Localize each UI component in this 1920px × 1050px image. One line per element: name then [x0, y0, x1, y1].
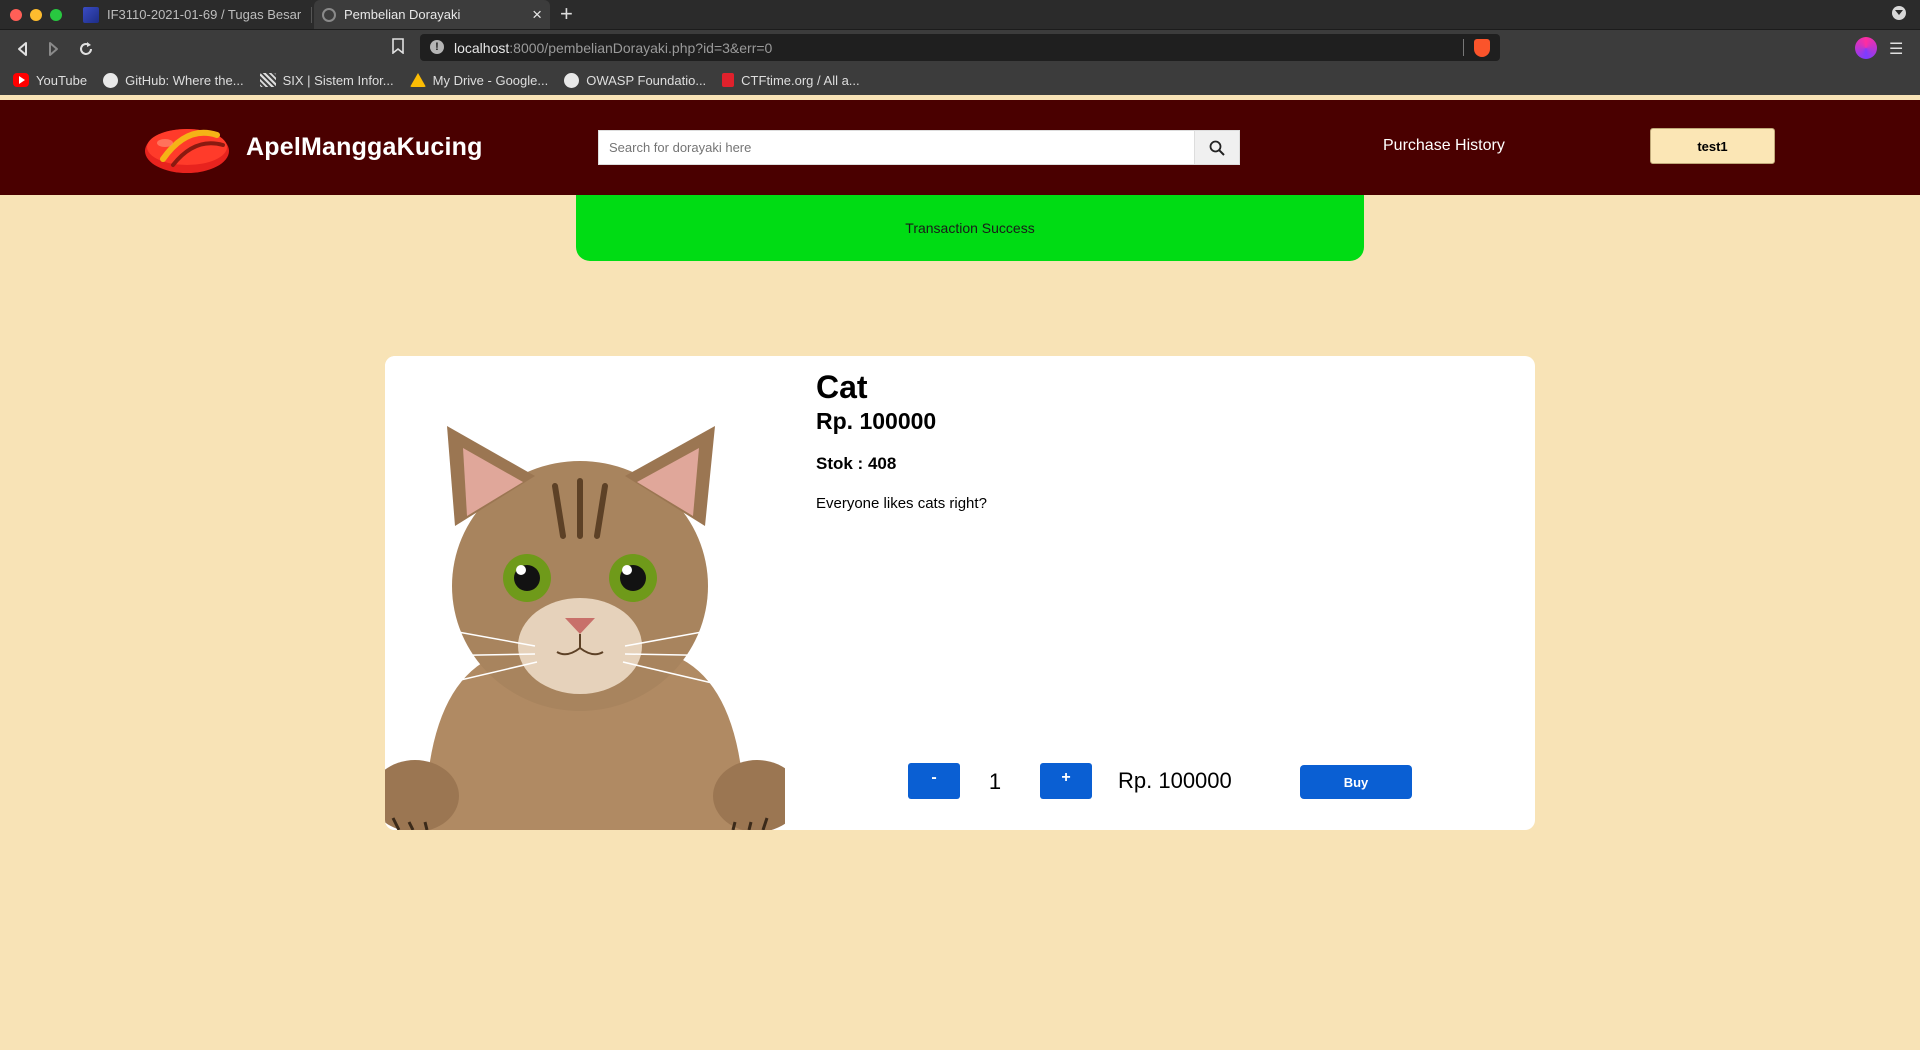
- user-menu-button[interactable]: test1: [1650, 128, 1775, 164]
- site-info-icon[interactable]: !: [430, 40, 444, 54]
- search-input[interactable]: [599, 131, 1195, 164]
- tab-search-icon[interactable]: [1892, 6, 1906, 20]
- cat-product-image: [385, 356, 785, 830]
- bookmark-google-drive[interactable]: My Drive - Google...: [409, 72, 549, 88]
- browser-toolbar: ! localhost:8000/pembelianDorayaki.php?i…: [0, 30, 1920, 95]
- urlbar-divider: [1463, 39, 1464, 56]
- product-price: Rp. 100000: [816, 408, 937, 434]
- url-text: localhost:8000/pembelianDorayaki.php?id=…: [454, 40, 773, 56]
- bookmark-label: SIX | Sistem Infor...: [282, 72, 394, 88]
- bookmark-label: YouTube: [36, 72, 88, 88]
- bookmark-label: OWASP Foundatio...: [586, 72, 707, 88]
- buy-button[interactable]: Buy: [1300, 765, 1412, 799]
- window-minimize-button[interactable]: [30, 9, 42, 21]
- forward-icon[interactable]: [42, 38, 64, 60]
- owasp-icon: [564, 72, 580, 88]
- address-bar[interactable]: ! localhost:8000/pembelianDorayaki.php?i…: [420, 34, 1500, 61]
- gitlab-favicon-icon: [83, 6, 99, 23]
- bookmark-label: My Drive - Google...: [432, 72, 549, 88]
- increase-quantity-button[interactable]: +: [1040, 763, 1092, 799]
- six-icon: [259, 73, 276, 87]
- google-drive-icon: [409, 73, 426, 87]
- bookmark-youtube[interactable]: YouTube: [13, 73, 87, 88]
- hamburger-menu-icon[interactable]: ☰: [1889, 39, 1903, 59]
- search-button[interactable]: [1194, 131, 1239, 164]
- bookmarks-bar: YouTube GitHub: Where the... SIX | Siste…: [0, 66, 876, 94]
- bookmark-label: CTFtime.org / All a...: [741, 72, 860, 88]
- bookmark-ctftime[interactable]: CTFtime.org / All a...: [722, 72, 860, 88]
- transaction-success-alert: Transaction Success: [576, 195, 1364, 261]
- tab-divider: [311, 7, 312, 23]
- github-icon: [103, 72, 119, 88]
- site-header: ApelManggaKucing Purchase History test1: [0, 100, 1920, 195]
- bookmark-six[interactable]: SIX | Sistem Infor...: [259, 72, 394, 88]
- bookmark-label: GitHub: Where the...: [125, 72, 244, 88]
- new-tab-button[interactable]: +: [560, 2, 573, 26]
- dorayaki-logo-icon[interactable]: [143, 119, 231, 177]
- product-name: Cat: [816, 369, 868, 405]
- bookmark-page-icon[interactable]: [392, 38, 404, 54]
- window-maximize-button[interactable]: [50, 9, 62, 21]
- browser-tab-active[interactable]: Pembelian Dorayaki ×: [314, 0, 550, 29]
- product-card: Cat Rp. 100000 Stok : 408 Everyone likes…: [385, 356, 1535, 830]
- back-icon[interactable]: [12, 38, 34, 60]
- purchase-history-link[interactable]: Purchase History: [1383, 137, 1505, 155]
- tab-title: Pembelian Dorayaki: [344, 7, 461, 22]
- quantity-value: 1: [988, 769, 1002, 794]
- bookmark-owasp[interactable]: OWASP Foundatio...: [564, 72, 707, 88]
- decrease-quantity-button[interactable]: -: [908, 763, 960, 799]
- product-description: Everyone likes cats right?: [816, 495, 987, 512]
- window-close-button[interactable]: [10, 9, 22, 21]
- product-stock: Stok : 408: [816, 454, 897, 473]
- search-icon: [1209, 140, 1225, 156]
- profile-avatar-icon[interactable]: [1855, 37, 1877, 59]
- youtube-icon: [13, 73, 29, 87]
- reload-icon[interactable]: [75, 38, 97, 60]
- brand-name[interactable]: ApelManggaKucing: [246, 133, 483, 162]
- total-price: Rp. 100000: [1118, 768, 1232, 793]
- browser-tab-bar: IF3110-2021-01-69 / Tugas Besar 1 Pembel…: [0, 0, 1920, 30]
- globe-icon: [322, 7, 336, 22]
- ctftime-icon: [722, 73, 735, 87]
- search-form: [598, 130, 1240, 165]
- close-tab-icon[interactable]: ×: [532, 5, 542, 25]
- bookmark-github[interactable]: GitHub: Where the...: [103, 72, 244, 88]
- brave-shield-icon[interactable]: [1474, 39, 1490, 57]
- alert-message: Transaction Success: [905, 220, 1035, 236]
- tab-title: IF3110-2021-01-69 / Tugas Besar 1: [107, 7, 303, 22]
- browser-tab[interactable]: IF3110-2021-01-69 / Tugas Besar 1: [75, 0, 311, 29]
